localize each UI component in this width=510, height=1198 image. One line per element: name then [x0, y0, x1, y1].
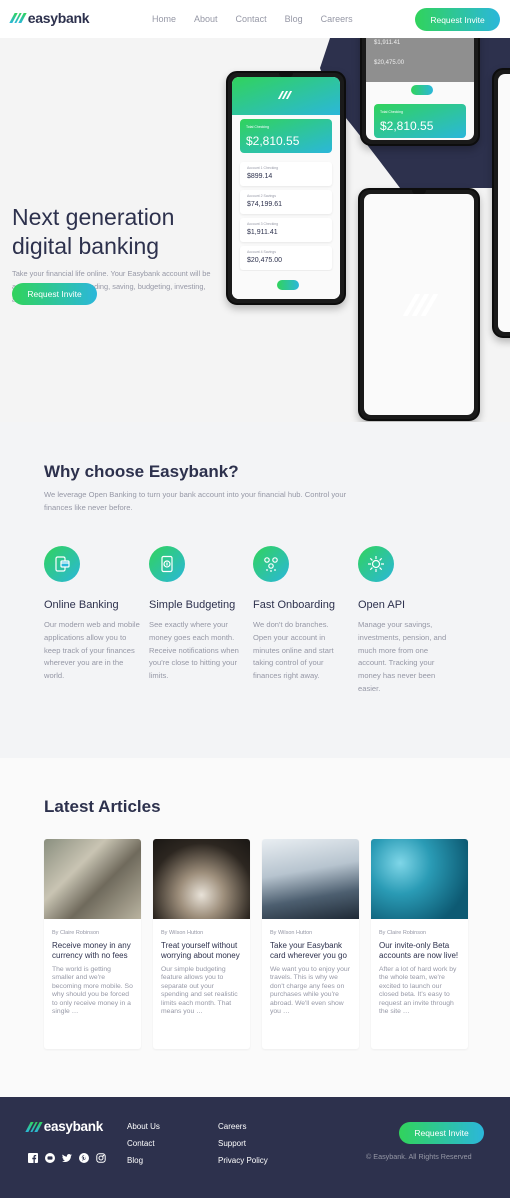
nav-contact[interactable]: Contact [236, 14, 267, 24]
phone-main-fab [277, 280, 299, 290]
article-image-restaurant [153, 839, 250, 919]
article-card[interactable]: By Wilson Hutton Take your Easybank card… [262, 839, 359, 1049]
article-card[interactable]: By Claire Robinson Our invite-only Beta … [371, 839, 468, 1049]
facebook-icon[interactable] [28, 1153, 38, 1163]
article-image-currency [44, 839, 141, 919]
online-banking-icon [44, 546, 80, 582]
feature-open-api: Open API Manage your savings, investment… [358, 546, 458, 696]
account-card: Account 3 Checking $1,911.41 [240, 218, 332, 242]
main-nav: Home About Contact Blog Careers [152, 14, 353, 24]
why-description: We leverage Open Banking to turn your ba… [44, 490, 347, 512]
hero-title: Next generation digital banking [12, 204, 175, 259]
youtube-icon[interactable] [45, 1153, 55, 1163]
article-author: By Claire Robinson [52, 930, 100, 936]
article-card[interactable]: By Claire Robinson Receive money in any … [44, 839, 141, 1049]
site-header: easybank Home About Contact Blog Careers… [0, 0, 510, 38]
footer-link-about[interactable]: About Us [127, 1118, 160, 1135]
article-title[interactable]: Take your Easybank card wherever you go [270, 941, 351, 961]
nav-home[interactable]: Home [152, 14, 176, 24]
header-request-invite-button[interactable]: Request Invite [415, 8, 500, 31]
logo-mark-icon [9, 13, 27, 23]
phone-splash-logo-icon [402, 294, 439, 316]
logo-text: easybank [43, 1119, 103, 1134]
feature-fast-onboarding: Fast Onboarding We don't do branches. Op… [253, 546, 353, 683]
footer-link-careers[interactable]: Careers [218, 1118, 268, 1135]
phone-top-total: $2,810.55 [380, 119, 434, 133]
feature-online-banking: Online Banking Our modern web and mobile… [44, 546, 144, 683]
phone-main-total: $2,810.55 [246, 134, 300, 148]
logo-mark-icon [25, 1121, 43, 1132]
nav-careers[interactable]: Careers [321, 14, 353, 24]
twitter-icon[interactable] [62, 1153, 72, 1163]
instagram-icon[interactable] [96, 1153, 106, 1163]
account-card: Account 2 Savings $74,199.61 [240, 190, 332, 214]
article-image-confetti [371, 839, 468, 919]
phone-main: Total Checking $2,810.55 Account 1 Check… [226, 71, 346, 305]
pinterest-icon[interactable] [79, 1153, 89, 1163]
article-title[interactable]: Our invite-only Beta accounts are now li… [379, 941, 460, 961]
phone-right-edge [492, 68, 510, 338]
footer-links-col-1: About Us Contact Blog [127, 1118, 160, 1169]
article-author: By Wilson Hutton [270, 930, 313, 936]
article-card[interactable]: By Wilson Hutton Treat yourself without … [153, 839, 250, 1049]
articles-title: Latest Articles [44, 797, 161, 816]
footer-links-col-2: Careers Support Privacy Policy [218, 1118, 268, 1169]
phone-top-row-2: $20,475.00 [374, 60, 405, 66]
phone-bottom [358, 188, 480, 421]
why-title: Why choose Easybank? [44, 462, 239, 481]
article-author: By Claire Robinson [379, 930, 427, 936]
social-links [28, 1153, 106, 1163]
footer-request-invite-button[interactable]: Request Invite [399, 1122, 484, 1144]
account-card: Account 1 Checking $899.14 [240, 162, 332, 186]
article-excerpt: We want you to enjoy your travels. This … [270, 966, 350, 1016]
nav-about[interactable]: About [194, 14, 218, 24]
logo-text: easybank [27, 10, 90, 26]
article-author: By Wilson Hutton [161, 930, 204, 936]
phone-top-fab [411, 85, 433, 95]
article-excerpt: After a lot of hard work by the whole te… [379, 966, 457, 1016]
footer-logo[interactable]: easybank [25, 1119, 103, 1134]
article-image-plane [262, 839, 359, 919]
phone-top-row-1: $1,911.41 [374, 40, 401, 46]
footer-link-privacy[interactable]: Privacy Policy [218, 1152, 268, 1169]
article-excerpt: The world is getting smaller and we're b… [52, 966, 133, 1016]
footer-link-support[interactable]: Support [218, 1135, 268, 1152]
phone-top: $1,911.41 $20,475.00 Total Checking $2,8… [360, 38, 480, 146]
budgeting-icon [149, 546, 185, 582]
footer-link-blog[interactable]: Blog [127, 1152, 160, 1169]
nav-blog[interactable]: Blog [285, 14, 303, 24]
api-icon [358, 546, 394, 582]
logo[interactable]: easybank [9, 10, 90, 26]
articles-section: Latest Articles By Claire Robinson Recei… [0, 758, 510, 1097]
onboarding-icon [253, 546, 289, 582]
article-title[interactable]: Receive money in any currency with no fe… [52, 941, 133, 961]
article-excerpt: Our simple budgeting feature allows you … [161, 966, 238, 1016]
account-card: Account 4 Savings $20,475.00 [240, 246, 332, 270]
footer-link-contact[interactable]: Contact [127, 1135, 160, 1152]
site-footer: easybank About Us Contact Blog Careers S… [0, 1097, 510, 1198]
phone-logo-icon [277, 91, 293, 99]
hero-request-invite-button[interactable]: Request Invite [12, 283, 97, 305]
hero-section: $1,911.41 $20,475.00 Total Checking $2,8… [0, 38, 510, 422]
copyright: © Easybank. All Rights Reserved [366, 1152, 472, 1161]
why-section: Why choose Easybank? We leverage Open Ba… [0, 422, 510, 758]
feature-simple-budgeting: Simple Budgeting See exactly where your … [149, 546, 249, 683]
article-title[interactable]: Treat yourself without worrying about mo… [161, 941, 242, 961]
